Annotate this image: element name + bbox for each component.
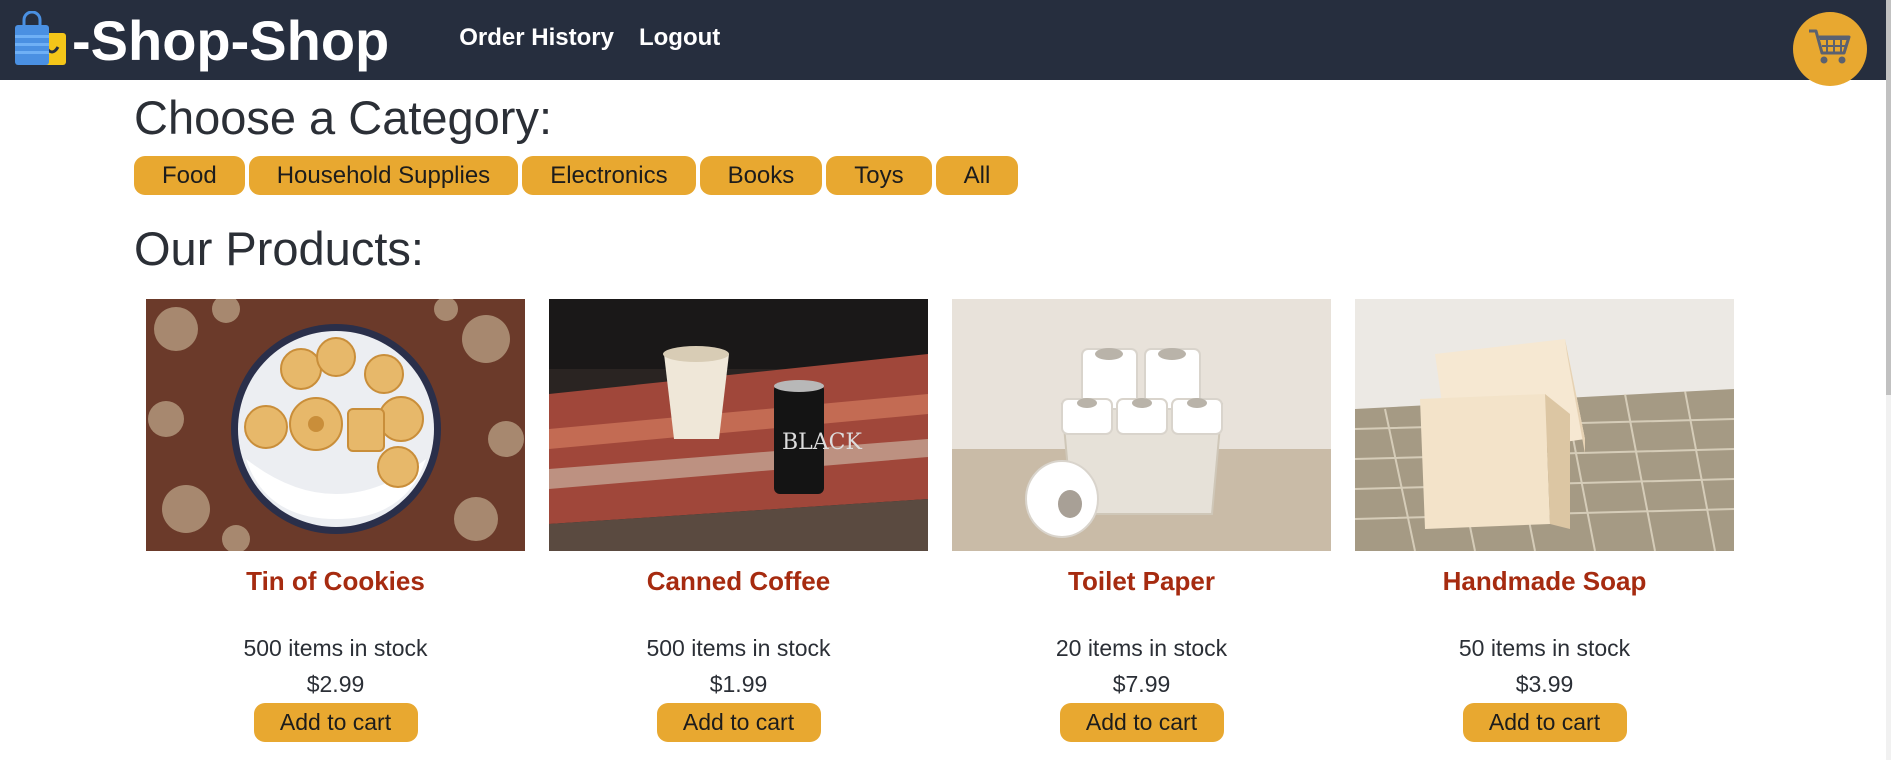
add-to-cart-button[interactable]: Add to cart	[253, 703, 418, 742]
nav-order-history-link[interactable]: Order History	[459, 24, 614, 52]
category-button-toys[interactable]: Toys	[826, 156, 932, 195]
product-name-link[interactable]: Canned Coffee	[549, 565, 928, 605]
category-button-electronics[interactable]: Electronics	[522, 156, 696, 195]
shopping-bags-icon	[12, 10, 70, 69]
scrollbar-thumb[interactable]	[1886, 0, 1891, 395]
product-name-link[interactable]: Toilet Paper	[952, 565, 1331, 605]
nav-links: Order History Logout	[459, 24, 745, 52]
main-content: Choose a Category: Food Household Suppli…	[134, 86, 1754, 281]
product-list: Tin of Cookies 500 items in stock $2.99 …	[146, 299, 1746, 742]
add-to-cart-button[interactable]: Add to cart	[656, 703, 821, 742]
category-button-household-supplies[interactable]: Household Supplies	[248, 156, 519, 195]
cart-button[interactable]	[1793, 12, 1867, 86]
category-button-food[interactable]: Food	[134, 156, 245, 195]
product-stock: 500 items in stock	[646, 635, 831, 661]
products-heading: Our Products:	[134, 222, 424, 275]
cookies-photo[interactable]	[146, 299, 525, 551]
brand-title: -Shop-Shop	[72, 8, 390, 72]
brand[interactable]: -Shop-Shop	[12, 8, 389, 73]
soap-photo[interactable]	[1355, 299, 1734, 551]
product-card: Toilet Paper 20 items in stock $7.99 Add…	[952, 299, 1331, 742]
product-card: Handmade Soap 50 items in stock $3.99 Ad…	[1355, 299, 1734, 742]
product-stock: 20 items in stock	[1055, 635, 1228, 661]
shopping-cart-icon	[1807, 27, 1853, 72]
category-heading: Choose a Category:	[134, 91, 553, 144]
add-to-cart-button[interactable]: Add to cart	[1059, 703, 1224, 742]
top-navbar: -Shop-Shop Order History Logout	[0, 0, 1886, 80]
category-button-books[interactable]: Books	[699, 156, 823, 195]
product-stock: 500 items in stock	[243, 635, 428, 661]
product-price: $2.99	[306, 671, 365, 697]
category-list: Food Household Supplies Electronics Book…	[134, 156, 1754, 195]
product-name-link[interactable]: Handmade Soap	[1355, 565, 1734, 605]
add-to-cart-button[interactable]: Add to cart	[1462, 703, 1627, 742]
coffee-photo[interactable]: BLACK	[549, 299, 928, 551]
nav-logout-link[interactable]: Logout	[639, 24, 720, 52]
product-stock: 50 items in stock	[1458, 635, 1631, 661]
category-button-all[interactable]: All	[935, 156, 1019, 195]
product-price: $3.99	[1515, 671, 1574, 697]
product-price: $7.99	[1112, 671, 1171, 697]
product-price: $1.99	[709, 671, 768, 697]
svg-text:BLACK: BLACK	[782, 430, 862, 455]
product-card: BLACK Canned Coffee 500 items in stock $…	[549, 299, 928, 742]
product-card: Tin of Cookies 500 items in stock $2.99 …	[146, 299, 525, 742]
product-name-link[interactable]: Tin of Cookies	[146, 565, 525, 605]
toilet-paper-photo[interactable]	[952, 299, 1331, 551]
